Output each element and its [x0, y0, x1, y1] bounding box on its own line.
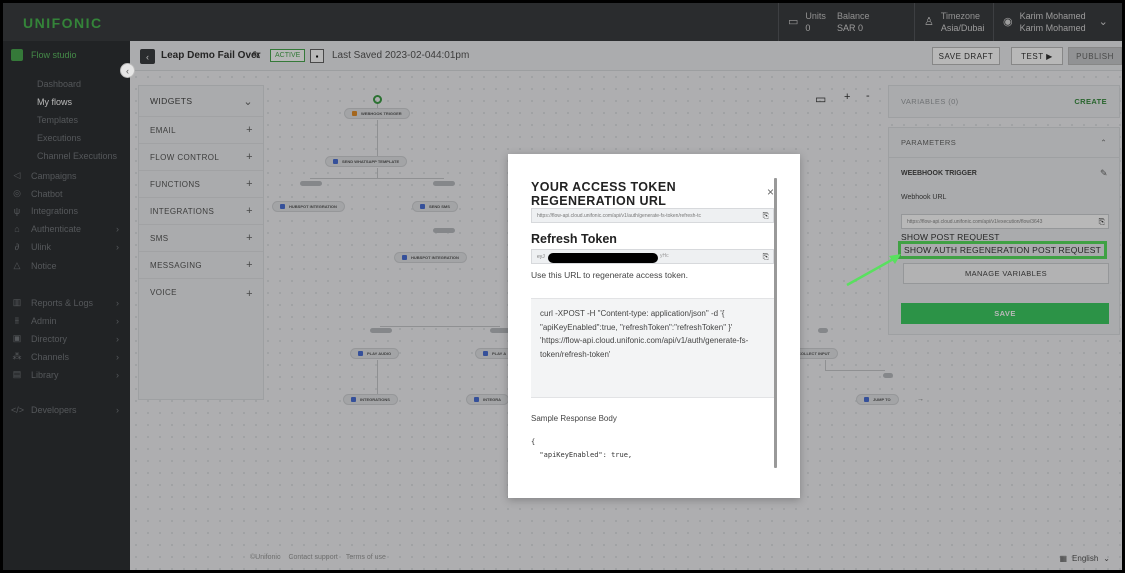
copy-icon[interactable]: ⎘	[763, 252, 769, 262]
modal-description: Use this URL to regenerate access token.	[531, 270, 689, 280]
annotation-arrow-icon	[846, 254, 901, 287]
copy-icon[interactable]: ⎘	[763, 211, 769, 221]
refresh-token-title: Refresh Token	[531, 232, 617, 246]
sample-response-title: Sample Response Body	[531, 414, 617, 423]
json-line: {	[531, 438, 536, 446]
regeneration-url-value: https://flow-api.cloud.unifonic.com/api/…	[537, 212, 701, 219]
app-window: UNIFONIC ▭ Units 0 Balance SAR 0 ♙ Timez…	[3, 3, 1122, 570]
regeneration-url-field[interactable]: https://flow-api.cloud.unifonic.com/api/…	[531, 208, 774, 223]
json-line: "apiKeyEnabled": true,	[531, 451, 633, 459]
sidebar-collapse-button[interactable]: ‹	[120, 63, 135, 78]
sample-response-json: { "apiKeyEnabled": true,	[531, 436, 632, 462]
modal-scrollbar[interactable]	[774, 178, 777, 468]
close-icon[interactable]: ×	[767, 185, 774, 199]
refresh-token-field[interactable]: eyJ yHc ⎘	[531, 249, 774, 264]
curl-command-block[interactable]: curl -XPOST -H "Content-type: applicatio…	[531, 298, 774, 398]
access-token-modal: YOUR ACCESS TOKEN REGENERATION URL × htt…	[508, 154, 800, 498]
token-suffix: yHc	[660, 253, 669, 259]
redaction-bar	[548, 253, 658, 263]
token-prefix: eyJ	[537, 253, 545, 260]
modal-title: YOUR ACCESS TOKEN REGENERATION URL	[531, 180, 677, 208]
curl-command: curl -XPOST -H "Content-type: applicatio…	[540, 309, 749, 359]
